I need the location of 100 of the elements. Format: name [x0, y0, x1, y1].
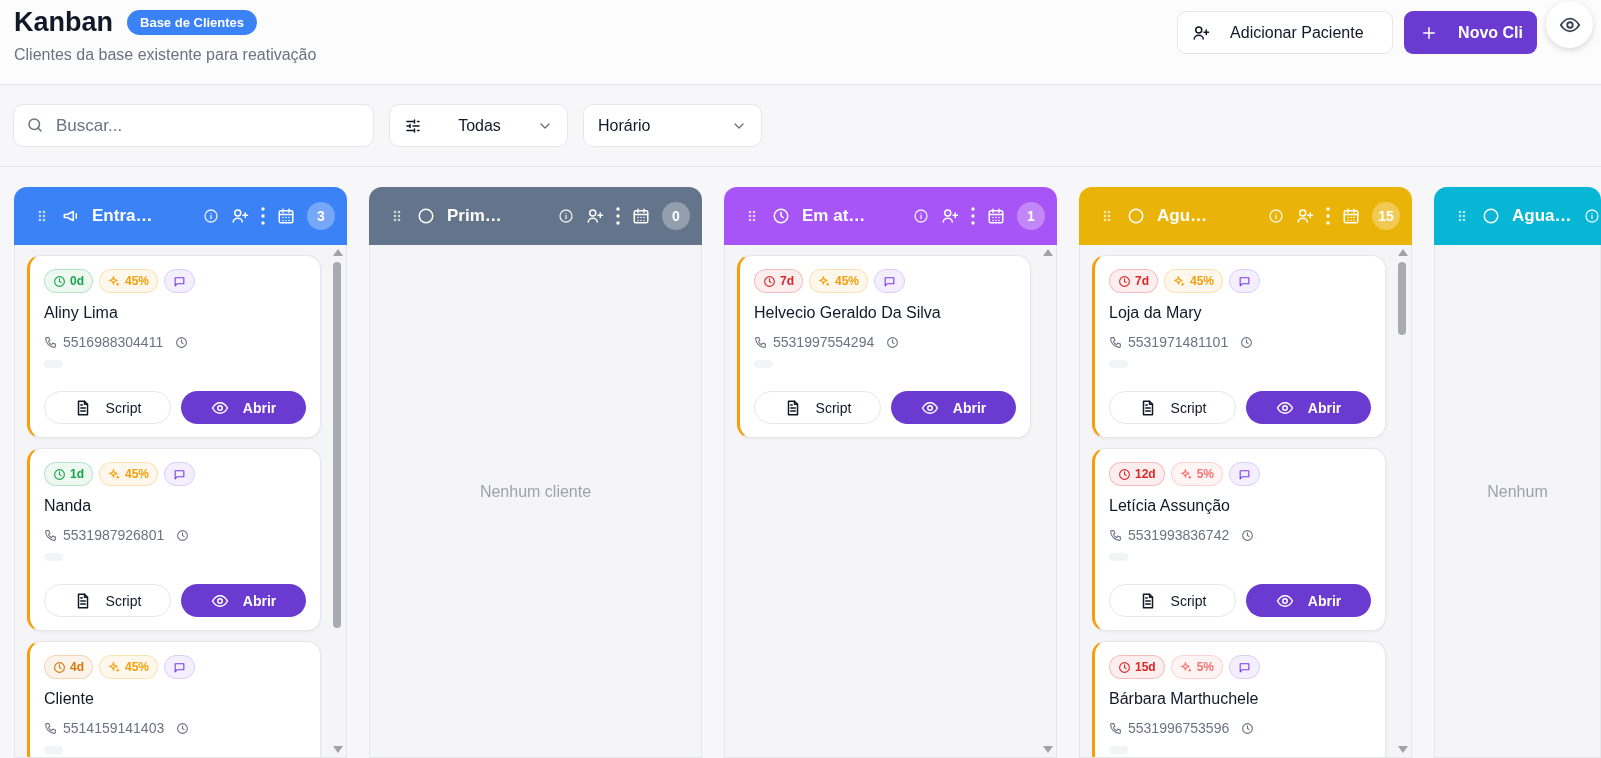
message-icon	[173, 660, 187, 674]
message-icon	[1238, 467, 1252, 481]
info-icon	[913, 208, 929, 224]
clock-icon	[772, 207, 790, 225]
scrollbar[interactable]	[1398, 249, 1407, 753]
count-badge: 1	[1017, 202, 1045, 230]
client-name: Cliente	[44, 690, 95, 708]
open-button[interactable]: Abrir	[181, 584, 306, 617]
scrollbar[interactable]	[333, 249, 342, 753]
script-button[interactable]: Script	[44, 584, 171, 617]
script-button[interactable]: Script	[44, 391, 171, 424]
more-icon[interactable]	[1326, 207, 1330, 225]
client-name: Loja da Mary	[1109, 304, 1203, 322]
section-badge: Base de Clientes	[127, 9, 258, 35]
count-badge: 3	[307, 202, 335, 230]
clock-icon	[1240, 335, 1254, 349]
clock-icon	[1118, 467, 1131, 481]
time-dropdown[interactable]: Horário	[583, 104, 762, 147]
phone-number: 5531971481101	[1128, 334, 1229, 350]
scrollbar[interactable]	[1043, 249, 1052, 753]
user-plus-icon	[586, 207, 604, 225]
score-badge: 5%	[1170, 462, 1224, 486]
calendar-icon	[632, 207, 650, 225]
column-title: Em at…	[802, 206, 867, 226]
phone-icon	[1109, 721, 1122, 735]
circle-icon	[1127, 207, 1145, 225]
script-button[interactable]: Script	[754, 391, 881, 424]
empty-message: Nenhum	[1486, 483, 1549, 501]
clock-icon	[175, 335, 189, 349]
message-button[interactable]	[1229, 269, 1261, 293]
score-badge: 45%	[99, 655, 159, 679]
page-subtitle: Clientes da base existente para reativação	[14, 46, 317, 64]
search-field[interactable]: Buscar...	[13, 104, 374, 147]
column-title: Prim…	[447, 206, 503, 226]
message-button[interactable]	[164, 269, 196, 293]
info-icon	[203, 208, 219, 224]
clock-icon	[1118, 274, 1131, 288]
score-badge: 45%	[99, 462, 159, 486]
user-plus-icon	[1296, 207, 1314, 225]
clock-icon	[886, 335, 900, 349]
age-badge: 15d	[1109, 655, 1165, 679]
message-icon	[1238, 660, 1252, 674]
clock-icon	[1241, 721, 1255, 735]
phone-icon	[44, 335, 57, 349]
open-button[interactable]: Abrir	[891, 391, 1016, 424]
clock-icon	[763, 274, 776, 288]
more-icon[interactable]	[616, 207, 620, 225]
message-button[interactable]	[1229, 462, 1261, 486]
phone-number: 5531993836742	[1128, 527, 1230, 543]
age-badge: 1d	[44, 462, 93, 486]
column-title: Agu…	[1157, 206, 1209, 226]
client-name: Helvecio Geraldo Da Silva	[754, 304, 942, 322]
phone-icon	[1109, 528, 1122, 542]
open-button[interactable]: Abrir	[1246, 391, 1371, 424]
sparkle-icon	[818, 274, 831, 288]
phone-number: 5514159141403	[63, 720, 165, 736]
new-client-button[interactable]: Novo Cli	[1404, 11, 1537, 54]
count-badge: 15	[1372, 202, 1400, 230]
sparkle-icon	[1179, 467, 1193, 481]
clock-icon	[1118, 660, 1131, 674]
page-title: Kanban	[14, 6, 113, 39]
message-button[interactable]	[164, 462, 196, 486]
message-icon	[173, 274, 187, 288]
message-icon	[1238, 274, 1252, 288]
phone-number: 5531997554294	[773, 334, 875, 350]
more-icon[interactable]	[971, 207, 975, 225]
clock-icon	[53, 274, 66, 288]
open-button[interactable]: Abrir	[181, 391, 306, 424]
phone-icon	[1109, 335, 1122, 349]
clock-icon	[176, 528, 190, 542]
phone-icon	[754, 335, 767, 349]
age-badge: 7d	[754, 269, 803, 293]
circle-icon	[1482, 207, 1500, 225]
user-plus-icon	[941, 207, 959, 225]
message-button[interactable]	[164, 655, 196, 679]
client-name: Letícia Assunção	[1109, 497, 1231, 515]
script-button[interactable]: Script	[1109, 391, 1236, 424]
phone-icon	[44, 528, 57, 542]
sparkle-icon	[1179, 660, 1193, 674]
sliders-icon	[404, 116, 422, 135]
column-title: Agua…	[1512, 206, 1572, 226]
script-button[interactable]: Script	[1109, 584, 1236, 617]
message-button[interactable]	[1229, 655, 1261, 679]
calendar-icon	[987, 207, 1005, 225]
open-button[interactable]: Abrir	[1246, 584, 1371, 617]
clock-icon	[176, 721, 190, 735]
clock-icon	[53, 467, 66, 481]
age-badge: 7d	[1109, 269, 1158, 293]
more-icon[interactable]	[261, 207, 265, 225]
clock-icon	[53, 660, 66, 674]
visibility-button[interactable]	[1546, 1, 1593, 48]
info-icon	[1268, 208, 1284, 224]
phone-number: 5531987926801	[63, 527, 165, 543]
sparkle-icon	[108, 467, 121, 481]
calendar-icon	[1342, 207, 1360, 225]
message-button[interactable]	[874, 269, 906, 293]
add-patient-button[interactable]: Adicionar Paciente	[1177, 11, 1394, 54]
age-badge: 12d	[1109, 462, 1165, 486]
filter-dropdown[interactable]: Todas	[389, 104, 568, 147]
score-badge: 45%	[809, 269, 869, 293]
